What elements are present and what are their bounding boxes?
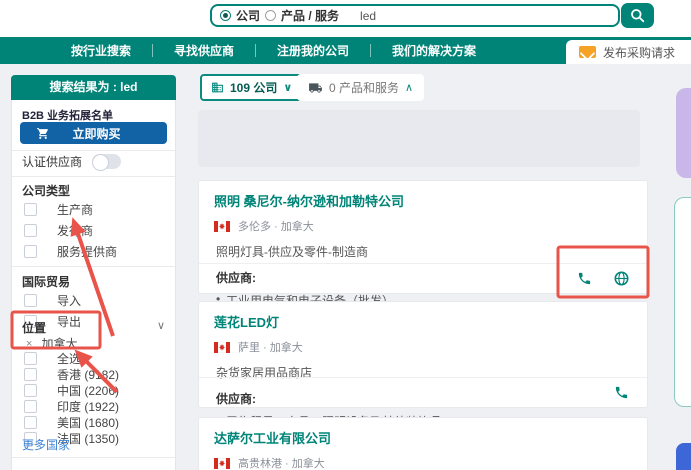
checkbox-row-india[interactable]: 印度 (1922) xyxy=(24,398,119,415)
divider xyxy=(12,457,175,458)
checkbox-label: 香港 (9182) xyxy=(57,368,120,382)
company-location: 萨里 · 加拿大 xyxy=(238,342,303,354)
globe-icon[interactable] xyxy=(614,271,629,286)
search-bar: 公司 产品 / 服务 xyxy=(210,4,620,27)
checkbox-label: 生产商 xyxy=(57,203,94,217)
products-count-button[interactable]: 0 产品和服务 ∧ xyxy=(297,74,425,101)
checkbox-row-select-all[interactable]: 全选 xyxy=(24,350,81,367)
checkbox-row-manufacturer[interactable]: 生产商 xyxy=(24,201,93,218)
card-footer xyxy=(199,377,647,407)
checkbox[interactable] xyxy=(24,224,37,237)
checkbox[interactable] xyxy=(24,368,37,381)
floating-widget-blue[interactable] xyxy=(676,443,691,470)
verified-supplier-label: 认证供应商 xyxy=(22,155,83,169)
building-icon xyxy=(211,81,224,94)
nav-item-find-suppliers[interactable]: 寻找供应商 xyxy=(153,42,255,59)
checkbox-label: 导出 xyxy=(57,315,82,329)
filter-sidebar: 搜索结果为 : led B2B 业务拓展名单 立即购买 认证供应商 公司类型 生… xyxy=(11,75,176,470)
company-card: 照明 桑尼尔-纳尔逊和加勒特公司 多伦多 · 加拿大 照明灯具-供应及零件-制造… xyxy=(198,180,648,308)
more-countries-link[interactable]: 更多国家 xyxy=(22,436,70,453)
b2b-list-title: B2B 业务拓展名单 xyxy=(22,110,114,122)
divider xyxy=(12,150,175,151)
checkbox-row-service-provider[interactable]: 服务提供商 xyxy=(24,243,117,260)
floating-widget-teal[interactable] xyxy=(674,197,691,407)
location-title: 位置 xyxy=(22,321,47,335)
checkbox-row-usa[interactable]: 美国 (1680) xyxy=(24,414,119,431)
search-input[interactable] xyxy=(360,8,610,23)
companies-count-label: 109 公司 xyxy=(230,81,278,95)
company-location: 多伦多 · 加拿大 xyxy=(238,221,314,233)
checkbox[interactable] xyxy=(24,203,37,216)
products-icon xyxy=(308,81,323,95)
phone-icon[interactable] xyxy=(614,385,629,400)
canada-flag-icon xyxy=(214,457,230,469)
company-radio-label[interactable]: 公司 xyxy=(236,7,260,24)
nav-item-our-solutions[interactable]: 我们的解决方案 xyxy=(371,42,497,59)
nav-item-register-company[interactable]: 注册我的公司 xyxy=(256,42,370,59)
checkbox-row-china[interactable]: 中国 (2206) xyxy=(24,382,119,399)
checkbox-label: 导入 xyxy=(57,294,82,308)
products-count-label: 0 产品和服务 xyxy=(329,81,400,95)
companies-count-button[interactable]: 109 公司 ∨ xyxy=(200,74,304,101)
checkbox-label: 美国 (1680) xyxy=(57,416,120,430)
divider xyxy=(12,266,175,267)
buy-now-label: 立即购买 xyxy=(72,126,121,141)
checkbox[interactable] xyxy=(24,400,37,413)
cart-icon xyxy=(36,127,50,140)
floating-widget-purple[interactable] xyxy=(676,88,691,178)
checkbox-row-import[interactable]: 导入 xyxy=(24,292,81,309)
company-category: 照明灯具-供应及零件-制造商 xyxy=(216,245,368,259)
checkbox[interactable] xyxy=(24,416,37,429)
checkbox-label: 服务提供商 xyxy=(57,245,118,259)
checkbox[interactable] xyxy=(24,384,37,397)
company-type-title: 公司类型 xyxy=(22,184,71,198)
international-trade-title: 国际贸易 xyxy=(22,275,71,289)
checkbox-row-distributor[interactable]: 发行商 xyxy=(24,222,93,239)
banner-placeholder xyxy=(198,110,640,167)
company-name-link[interactable]: 莲花LED灯 xyxy=(214,312,632,331)
search-button[interactable] xyxy=(621,3,654,28)
card-footer xyxy=(199,263,647,293)
verified-supplier-toggle[interactable] xyxy=(92,154,122,171)
post-sourcing-request-label: 发布采购请求 xyxy=(602,45,675,60)
envelope-icon xyxy=(578,46,596,58)
verified-supplier-row: 认证供应商 xyxy=(22,153,122,171)
company-location: 高贵林港 · 加拿大 xyxy=(238,458,325,470)
checkbox[interactable] xyxy=(24,294,37,307)
canada-flag-icon xyxy=(214,220,230,232)
chevron-up-icon: ∧ xyxy=(405,82,414,94)
main-navbar: 按行业搜索 寻找供应商 注册我的公司 我们的解决方案 发布采购请求 xyxy=(0,37,691,64)
search-icon xyxy=(630,8,645,23)
checkbox[interactable] xyxy=(24,245,37,258)
checkbox[interactable] xyxy=(24,352,37,365)
phone-icon[interactable] xyxy=(577,271,592,286)
nav-item-search-by-industry[interactable]: 按行业搜索 xyxy=(50,42,152,59)
buy-now-button[interactable]: 立即购买 xyxy=(20,122,167,144)
checkbox-label: 全选 xyxy=(57,352,82,366)
checkbox-label: 发行商 xyxy=(57,224,94,238)
company-card: 莲花LED灯 萨里 · 加拿大 杂货家居用品商店 供应商: 零售贸易、家具、照明… xyxy=(198,301,648,429)
remove-tag-icon[interactable]: × xyxy=(26,338,32,350)
canada-flag-icon xyxy=(214,341,230,353)
product-service-radio-label[interactable]: 产品 / 服务 xyxy=(281,7,339,24)
company-card: 达萨尔工业有限公司 高贵林港 · 加拿大 电灯泡和灯管 xyxy=(198,417,648,470)
checkbox-label: 中国 (2206) xyxy=(57,384,120,398)
company-name-link[interactable]: 达萨尔工业有限公司 xyxy=(214,428,632,447)
chevron-down-icon[interactable]: ∨ xyxy=(157,319,165,332)
post-sourcing-request-tab[interactable]: 发布采购请求 xyxy=(565,40,691,64)
checkbox-row-hongkong[interactable]: 香港 (9182) xyxy=(24,366,119,383)
divider xyxy=(12,176,175,177)
company-radio[interactable] xyxy=(220,10,231,21)
search-result-header: 搜索结果为 : led xyxy=(11,75,176,100)
product-service-radio[interactable] xyxy=(265,10,277,21)
checkbox-label: 印度 (1922) xyxy=(57,400,120,414)
top-search-strip: 公司 产品 / 服务 xyxy=(0,0,691,37)
chevron-down-icon: ∨ xyxy=(283,82,293,94)
company-name-link[interactable]: 照明 桑尼尔-纳尔逊和加勒特公司 xyxy=(214,191,632,210)
b2b-search-page: 公司 产品 / 服务 按行业搜索 寻找供应商 注册我的公司 我们的解决方案 发布… xyxy=(0,0,691,470)
